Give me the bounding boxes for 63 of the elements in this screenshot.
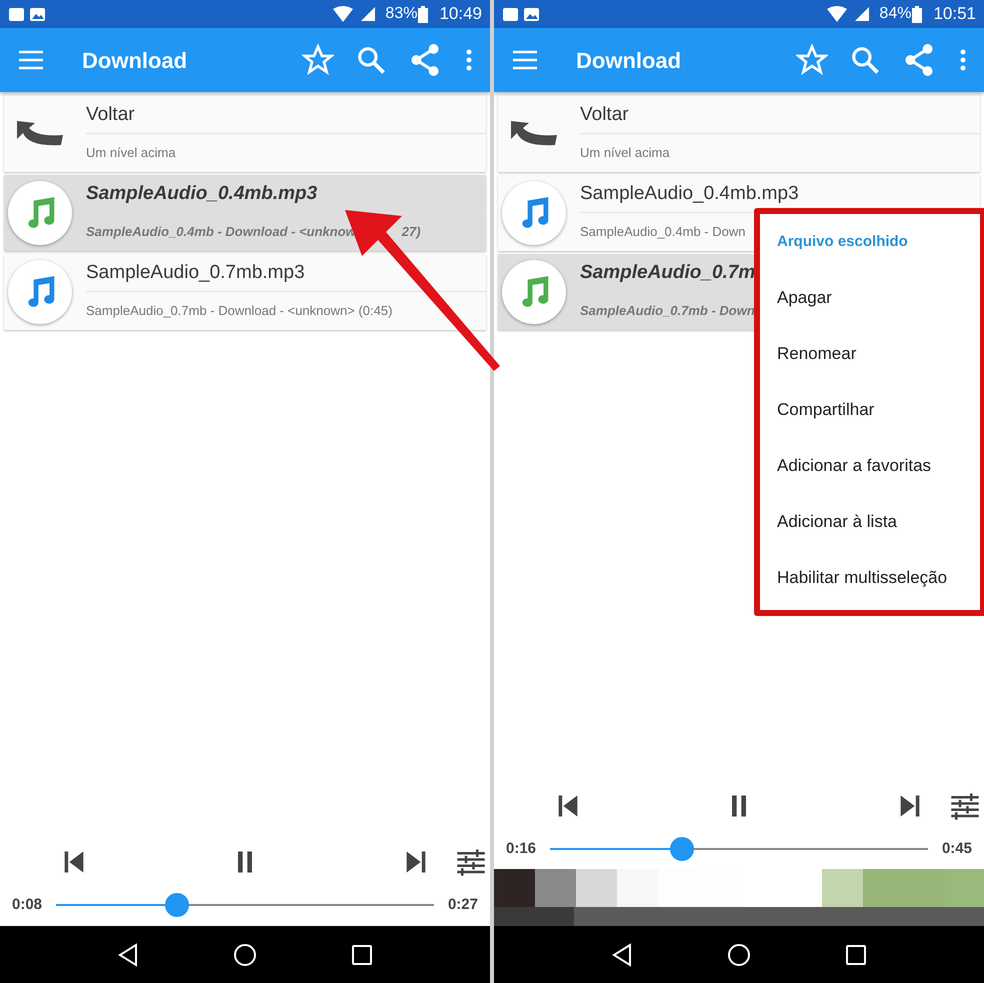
menu-item[interactable]: Compartilhar	[760, 382, 980, 438]
recents-button[interactable]	[845, 944, 867, 966]
file-name: SampleAudio_0.7m	[580, 260, 756, 284]
screen-title: Download	[82, 46, 188, 74]
seek-bar[interactable]	[550, 837, 928, 861]
menu-item[interactable]: Adicionar a favoritas	[760, 438, 980, 494]
elapsed-time: 0:16	[506, 838, 536, 859]
battery-icon	[417, 6, 430, 22]
search-button[interactable]	[850, 45, 880, 75]
file-details: Um nível acima	[580, 144, 670, 162]
file-name: SampleAudio_0.4mb.mp3	[86, 182, 318, 206]
recents-button[interactable]	[351, 944, 373, 966]
share-button[interactable]	[410, 44, 440, 76]
wifi-icon	[827, 6, 848, 22]
file-row[interactable]: Voltar Um nível acima	[4, 96, 486, 172]
battery-level: 84%	[879, 4, 912, 24]
file-details: SampleAudio_0.4mb - Down	[580, 223, 746, 242]
home-button[interactable]	[233, 942, 257, 966]
menu-item[interactable]: Habilitar multisseleção	[760, 550, 980, 606]
battery-level: 83%	[385, 4, 418, 24]
music-note-icon	[8, 260, 72, 324]
menu-header: Arquivo escolhido	[777, 232, 908, 252]
seek-thumb[interactable]	[670, 837, 694, 861]
music-note-icon	[502, 260, 566, 324]
back-button[interactable]	[611, 942, 633, 966]
signal-icon	[853, 6, 872, 22]
file-row[interactable]: SampleAudio_0.7mb.mp3 SampleAudio_0.7mb - Download - <unknown> (0:45)	[4, 254, 486, 330]
seek-thumb[interactable]	[164, 893, 189, 917]
seek-bar[interactable]	[56, 893, 434, 917]
screen-title: Download	[576, 46, 682, 74]
more-button[interactable]	[960, 49, 966, 71]
elapsed-time: 0:08	[12, 894, 42, 915]
file-name: Voltar	[580, 102, 629, 126]
file-name: SampleAudio_0.4mb.mp3	[580, 182, 799, 206]
file-name: SampleAudio_0.7mb.mp3	[86, 260, 305, 284]
file-details: Um nível acima	[86, 144, 176, 162]
clock: 10:49	[439, 3, 482, 26]
menu-item[interactable]: Apagar	[760, 270, 980, 326]
music-note-icon	[502, 181, 566, 245]
file-details: 27)	[402, 223, 421, 242]
share-button[interactable]	[904, 44, 934, 76]
file-row[interactable]: SampleAudio_0.4mb.mp3 SampleAudio_0.4mb - Download - <unknow 27)	[4, 175, 486, 251]
menu-button[interactable]	[18, 49, 44, 71]
total-time: 0:27	[448, 894, 478, 915]
clock: 10:51	[933, 3, 976, 26]
menu-item[interactable]: Adicionar à lista	[760, 494, 980, 550]
search-button[interactable]	[356, 45, 386, 75]
wifi-icon	[333, 6, 354, 22]
signal-icon	[359, 6, 378, 22]
file-row[interactable]: Voltar Um nível acima	[498, 96, 980, 172]
home-button[interactable]	[727, 942, 751, 966]
menu-button[interactable]	[512, 49, 538, 71]
total-time: 0:45	[942, 838, 972, 859]
favorite-button[interactable]	[796, 44, 828, 76]
file-details: SampleAudio_0.4mb - Download - <unknow	[86, 223, 356, 242]
back-button[interactable]	[117, 942, 139, 966]
more-button[interactable]	[466, 49, 472, 71]
file-name: Voltar	[86, 102, 135, 126]
file-details: SampleAudio_0.7mb - Download - <unknown> (0:45)	[86, 302, 392, 320]
music-note-icon	[8, 181, 72, 245]
file-details: SampleAudio_0.7mb - Down	[580, 302, 755, 320]
favorite-button[interactable]	[302, 44, 334, 76]
battery-icon	[911, 6, 924, 22]
